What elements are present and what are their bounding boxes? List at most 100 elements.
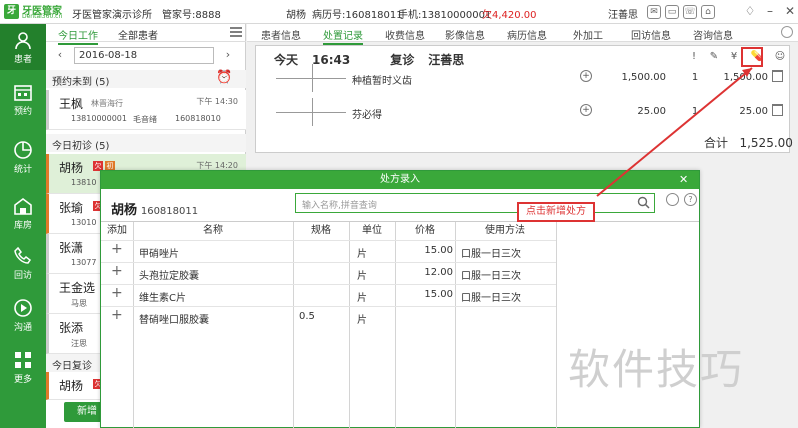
add-circle-icon[interactable]: + xyxy=(580,104,592,116)
drug-price: 12.00 xyxy=(424,267,453,278)
patient-card[interactable]: 王枫 林晋海行 下午 14:30 13810000001 毛音绪 1608180… xyxy=(46,90,246,130)
patient-time: 下午 14:30 xyxy=(196,97,238,106)
date-selector: ‹ 2016-08-18 › xyxy=(46,44,246,68)
tab-medical-record[interactable]: 病历信息 xyxy=(507,27,547,42)
item-name: 芬必得 xyxy=(352,110,382,121)
nav-item-warehouse[interactable]: 库房 xyxy=(0,190,46,236)
user-icon xyxy=(15,32,31,50)
nav-item-followup[interactable]: 回访 xyxy=(0,240,46,286)
trash-icon[interactable] xyxy=(772,104,783,116)
tab-all-patients[interactable]: 全部患者 xyxy=(118,27,158,42)
nav-item-appointments[interactable]: 预约 xyxy=(0,76,46,122)
add-icon[interactable]: + xyxy=(111,241,123,258)
trash-icon[interactable] xyxy=(772,70,783,82)
next-date-icon[interactable]: › xyxy=(222,48,234,62)
visit-type: 复诊 xyxy=(390,53,415,67)
record-tools: ! ✎ ¥ 💊 ☺ xyxy=(687,50,787,64)
comment-icon[interactable]: ☺ xyxy=(773,50,787,64)
phone-icon[interactable]: ☏ xyxy=(683,5,697,19)
watermark-text: 软件技巧 xyxy=(568,345,745,394)
tab-imaging[interactable]: 影像信息 xyxy=(445,27,485,42)
drug-name: 甲硝唑片 xyxy=(139,249,179,260)
add-circle-icon[interactable]: + xyxy=(580,70,592,82)
patient-record-no: 160818010 xyxy=(175,114,221,123)
drug-row[interactable]: + 头孢拉定胶囊 片 12.00 口服一日三次 xyxy=(101,262,556,282)
phone-icon xyxy=(14,246,32,264)
group-appointments-missed[interactable]: 预约未到 (5) ⏰ xyxy=(46,70,246,88)
message-icon[interactable]: ✉ xyxy=(647,5,661,19)
settings-icon[interactable] xyxy=(666,193,679,206)
patient-extra: 毛音绪 xyxy=(133,115,157,124)
prev-date-icon[interactable]: ‹ xyxy=(54,48,66,62)
dialog-patient-name: 胡杨 xyxy=(111,203,138,218)
treatment-record-card: 今天 16:43 复诊 汪善思 ! ✎ ¥ 💊 ☺ 种植暂时义齿 + 1,500.00… xyxy=(255,45,793,153)
patient-name: 王金选 xyxy=(59,281,96,295)
add-icon[interactable]: + xyxy=(111,263,123,280)
tab-today-work[interactable]: 今日工作 xyxy=(58,27,98,45)
col-add: 添加 xyxy=(107,225,127,236)
nav-item-more[interactable]: 更多 xyxy=(0,344,46,390)
shirt-icon[interactable]: ♢ xyxy=(743,2,757,20)
patient-name: 张潇 xyxy=(59,241,84,255)
tab-followup[interactable]: 回访信息 xyxy=(631,27,671,42)
patient-name: 胡杨 xyxy=(59,161,84,175)
date-field[interactable]: 2016-08-18 xyxy=(74,47,214,64)
edit-icon[interactable]: ✎ xyxy=(707,50,721,64)
drug-usage: 口服一日三次 xyxy=(461,249,521,260)
drug-row[interactable]: + 维生素C片 片 15.00 口服一日三次 xyxy=(101,284,556,304)
tab-treatment-record[interactable]: 处置记录 xyxy=(323,27,363,45)
alarm-clock-icon[interactable]: ⏰ xyxy=(216,70,232,85)
warehouse-icon xyxy=(14,198,32,215)
drug-row[interactable]: + 甲硝唑片 片 15.00 口服一日三次 xyxy=(101,240,556,260)
add-icon[interactable]: + xyxy=(111,285,123,302)
logo-domain: Dental360.cn xyxy=(22,13,63,20)
tab-outsourcing[interactable]: 外加工 xyxy=(573,27,603,42)
record-number: 病历号:160818011 xyxy=(312,10,403,21)
current-patient-name: 胡杨 xyxy=(286,10,306,21)
nav-item-communication[interactable]: 沟通 xyxy=(0,292,46,338)
search-icon[interactable] xyxy=(637,196,650,209)
add-icon[interactable]: + xyxy=(111,307,123,324)
alert-icon[interactable]: ! xyxy=(687,50,701,64)
col-name: 名称 xyxy=(203,225,223,236)
drug-unit: 片 xyxy=(357,249,367,260)
settings-icon[interactable] xyxy=(781,26,793,38)
patient-phone: 13810 xyxy=(71,178,97,187)
tab-patient-info[interactable]: 患者信息 xyxy=(261,27,301,42)
current-user[interactable]: 汪善思 xyxy=(608,6,638,21)
group-label: 今日复诊 xyxy=(52,361,92,372)
item-name: 种植暂时义齿 xyxy=(352,76,412,87)
col-usage: 使用方法 xyxy=(485,225,525,236)
minimize-icon[interactable]: – xyxy=(763,2,777,20)
menu-icon[interactable] xyxy=(230,26,242,38)
nav-label: 库房 xyxy=(13,221,32,231)
close-icon[interactable]: ✕ xyxy=(783,2,797,20)
yen-icon[interactable]: ¥ xyxy=(727,50,741,64)
lock-icon[interactable]: ⌂ xyxy=(701,5,715,19)
record-item-row: 芬必得 + 25.00 1 25.00 xyxy=(276,98,786,126)
help-icon[interactable]: ? xyxy=(684,193,697,206)
drug-name: 头孢拉定胶囊 xyxy=(139,271,199,282)
nav-label: 预约 xyxy=(13,107,32,117)
total-label: 合计 xyxy=(704,136,729,150)
nav-item-statistics[interactable]: 统计 xyxy=(0,134,46,180)
close-icon[interactable]: ✕ xyxy=(679,171,689,189)
nav-item-patients[interactable]: 患者 xyxy=(0,24,46,70)
patient-phone: 手机:13810000001 xyxy=(398,10,492,21)
tab-consultation[interactable]: 咨询信息 xyxy=(693,27,733,42)
patient-name: 胡杨 xyxy=(59,379,84,393)
tab-billing[interactable]: 收费信息 xyxy=(385,27,425,42)
screen-icon[interactable]: ▭ xyxy=(665,5,679,19)
window-controls: ♢ – ✕ xyxy=(743,2,797,20)
drug-price: 15.00 xyxy=(424,289,453,300)
group-first-visit[interactable]: 今日初诊 (5) xyxy=(46,134,246,152)
drug-search-input[interactable]: 输入名称,拼音查询 xyxy=(295,193,655,213)
nav-label: 更多 xyxy=(13,375,32,385)
nav-label: 统计 xyxy=(13,165,32,175)
item-price: 25.00 xyxy=(637,106,666,117)
record-doctor: 汪善思 xyxy=(428,53,465,67)
item-qty: 1 xyxy=(691,72,699,83)
debt-amount: 欠4,420.00 xyxy=(482,10,537,21)
tooth-logo-icon: 牙 xyxy=(4,4,19,19)
drug-row[interactable]: + 替硝唑口服胶囊 0.5 片 xyxy=(101,306,556,326)
